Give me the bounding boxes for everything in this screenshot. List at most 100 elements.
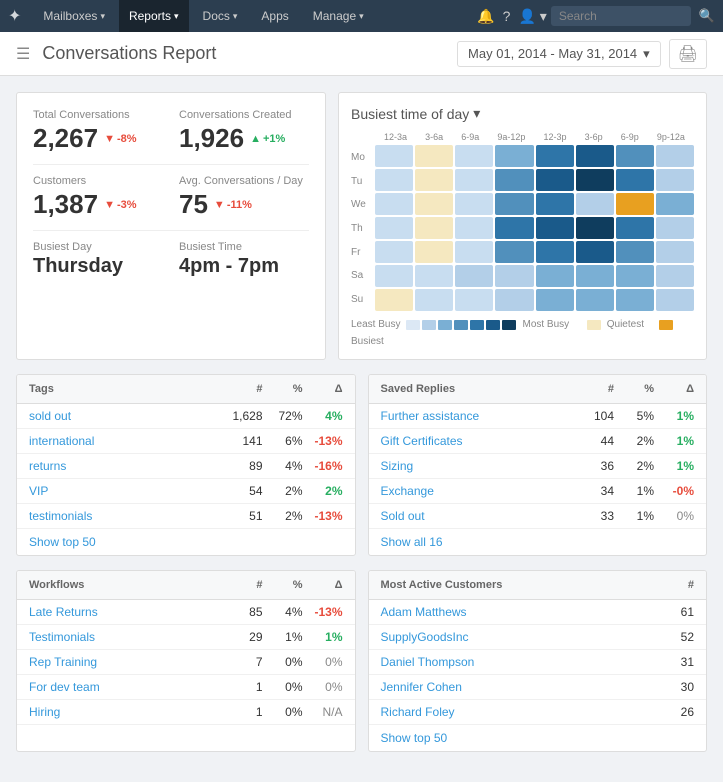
heatmap-cell: [536, 169, 574, 191]
table-row: SupplyGoodsInc52: [369, 625, 707, 650]
table-row: Richard Foley26: [369, 700, 707, 725]
row-name-link[interactable]: Sold out: [381, 509, 565, 523]
table-row: testimonials512%-13%: [17, 504, 355, 529]
heatmap-row-label: Sa: [351, 270, 371, 281]
heatmap-title[interactable]: Busiest time of day ▾: [351, 105, 694, 122]
heatmap-cell: [495, 265, 533, 287]
row-hash: 104: [564, 409, 614, 423]
heatmap-cell: [455, 169, 493, 191]
search-input[interactable]: [551, 6, 691, 26]
tags-panel: Tags # % Δ sold out1,62872%4%internation…: [16, 374, 356, 556]
row-hash: 33: [564, 509, 614, 523]
heatmap-grid-container: MoTuWeThFrSaSu 12-3a3-6a6-9a9a-12p12-3p3…: [351, 132, 694, 311]
menu-icon[interactable]: ☰: [16, 44, 30, 64]
speaker-icon[interactable]: 🔔: [477, 8, 494, 25]
row-name-link[interactable]: Richard Foley: [381, 705, 655, 719]
row-name-link[interactable]: Jennifer Cohen: [381, 680, 655, 694]
legend-swatch: [422, 320, 436, 330]
stat-busiest-day: Busiest Day Thursday: [33, 241, 163, 278]
table-row: Rep Training70%0%: [17, 650, 355, 675]
heatmap-cell: [536, 265, 574, 287]
row-name-link[interactable]: Hiring: [29, 705, 213, 719]
user-icon[interactable]: 👤 ▾: [518, 8, 546, 25]
nav-reports[interactable]: Reports ▾: [119, 0, 189, 32]
row-name-link[interactable]: SupplyGoodsInc: [381, 630, 655, 644]
table-row: Further assistance1045%1%: [369, 404, 707, 429]
row-hash: 61: [654, 605, 694, 619]
row-name-link[interactable]: returns: [29, 459, 213, 473]
heatmap-cell: [375, 169, 413, 191]
print-button[interactable]: 🖨: [669, 39, 707, 69]
row-delta: 0%: [303, 655, 343, 669]
sub-header: ☰ Conversations Report May 01, 2014 - Ma…: [0, 32, 723, 76]
heatmap-cell: [576, 145, 614, 167]
row-name-link[interactable]: Further assistance: [381, 409, 565, 423]
heatmap-row-label: Th: [351, 223, 371, 234]
row-hash: 89: [213, 459, 263, 473]
row-name-link[interactable]: For dev team: [29, 680, 213, 694]
row-name-link[interactable]: Exchange: [381, 484, 565, 498]
stat-conversations-created: Conversations Created 1,926 ▲+1%: [179, 109, 309, 154]
nav-apps[interactable]: Apps: [251, 0, 298, 32]
heatmap-cell: [375, 217, 413, 239]
heatmap-panel: Busiest time of day ▾ MoTuWeThFrSaSu 12-…: [338, 92, 707, 360]
table-row: returns894%-16%: [17, 454, 355, 479]
legend-swatch: [486, 320, 500, 330]
row-pct: 5%: [614, 409, 654, 423]
customers-delta: ▼-3%: [104, 199, 136, 211]
row-pct: 2%: [614, 434, 654, 448]
nav-mailboxes[interactable]: Mailboxes ▾: [33, 0, 115, 32]
heatmap-cell: [495, 193, 533, 215]
row-delta: -16%: [303, 459, 343, 473]
heatmap-row-label: Mo: [351, 152, 371, 163]
row-delta: 1%: [654, 459, 694, 473]
heatmap-cell: [375, 289, 413, 311]
row-name-link[interactable]: Gift Certificates: [381, 434, 565, 448]
tags-show-more[interactable]: Show top 50: [17, 529, 355, 555]
row-pct: 4%: [263, 605, 303, 619]
heatmap-cell: [375, 145, 413, 167]
row-name-link[interactable]: VIP: [29, 484, 213, 498]
workflows-header: Workflows # % Δ: [17, 571, 355, 600]
row-name-link[interactable]: Adam Matthews: [381, 605, 655, 619]
heatmap-cell: [455, 193, 493, 215]
row-pct: 1%: [263, 630, 303, 644]
nav-docs[interactable]: Docs ▾: [193, 0, 248, 32]
row-name-link[interactable]: Late Returns: [29, 605, 213, 619]
stats-grid: Total Conversations 2,267 ▼-8% Conversat…: [33, 109, 309, 154]
row-name-link[interactable]: international: [29, 434, 213, 448]
table-row: Late Returns854%-13%: [17, 600, 355, 625]
heatmap-row-label: We: [351, 199, 371, 210]
table-row: Sold out331%0%: [369, 504, 707, 529]
search-icon[interactable]: 🔍: [699, 8, 715, 24]
heatmap-cell: [656, 241, 694, 263]
row-delta: N/A: [303, 705, 343, 719]
row-name-link[interactable]: testimonials: [29, 509, 213, 523]
quietest-swatch: [587, 320, 601, 330]
row-hash: 44: [564, 434, 614, 448]
table-row: Hiring10%N/A: [17, 700, 355, 725]
heatmap-row-label: Tu: [351, 176, 371, 187]
row-name-link[interactable]: Daniel Thompson: [381, 655, 655, 669]
heatmap-cell: [656, 265, 694, 287]
row-name-link[interactable]: Sizing: [381, 459, 565, 473]
row-hash: 1: [213, 705, 263, 719]
nav-manage[interactable]: Manage ▾: [303, 0, 374, 32]
tables-row-2: Workflows # % Δ Late Returns854%-13% Test…: [16, 570, 707, 752]
heatmap-cell: [415, 265, 453, 287]
row-name-link[interactable]: sold out: [29, 409, 213, 423]
total-conversations-delta: ▼-8%: [104, 133, 136, 145]
top-row: Total Conversations 2,267 ▼-8% Conversat…: [16, 92, 707, 360]
customers-show-more[interactable]: Show top 50: [369, 725, 707, 751]
row-pct: 2%: [263, 484, 303, 498]
help-icon[interactable]: ?: [503, 8, 511, 24]
row-hash: 34: [564, 484, 614, 498]
date-range-picker[interactable]: May 01, 2014 - May 31, 2014 ▾: [457, 41, 661, 67]
legend-swatch: [454, 320, 468, 330]
row-name-link[interactable]: Testimonials: [29, 630, 213, 644]
nav-logo: ✦: [8, 6, 21, 26]
row-delta: -0%: [654, 484, 694, 498]
heatmap-row-label: Fr: [351, 247, 371, 258]
row-name-link[interactable]: Rep Training: [29, 655, 213, 669]
saved-show-more[interactable]: Show all 16: [369, 529, 707, 555]
